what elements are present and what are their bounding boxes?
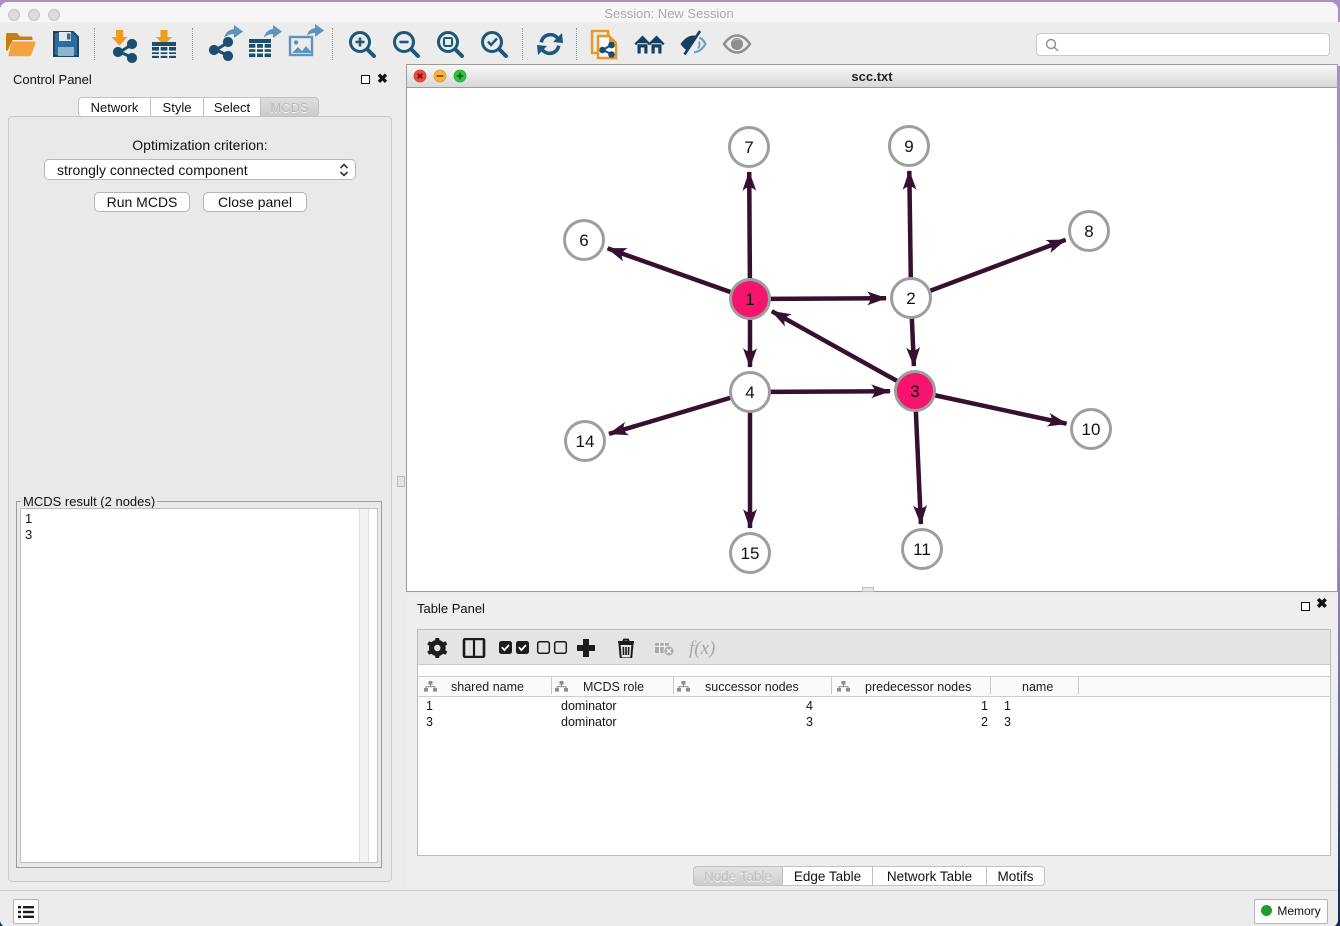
svg-text:6: 6 xyxy=(579,231,588,250)
svg-text:MCDS role: MCDS role xyxy=(583,680,644,694)
svg-text:shared name: shared name xyxy=(451,680,524,694)
svg-text:7: 7 xyxy=(744,138,753,157)
svg-text:9: 9 xyxy=(904,137,913,156)
svg-text:15: 15 xyxy=(741,544,760,563)
svg-text:1: 1 xyxy=(745,290,754,309)
svg-text:name: name xyxy=(1022,680,1053,694)
svg-text:2: 2 xyxy=(906,289,915,308)
svg-text:10: 10 xyxy=(1082,420,1101,439)
svg-text:11: 11 xyxy=(913,540,931,559)
svg-text:predecessor nodes: predecessor nodes xyxy=(865,680,971,694)
svg-text:f(x): f(x) xyxy=(689,638,715,658)
svg-text:3: 3 xyxy=(910,382,919,401)
svg-text:4: 4 xyxy=(745,383,754,402)
svg-text:8: 8 xyxy=(1084,222,1093,241)
svg-text:successor nodes: successor nodes xyxy=(705,680,799,694)
svg-text:14: 14 xyxy=(576,432,595,451)
